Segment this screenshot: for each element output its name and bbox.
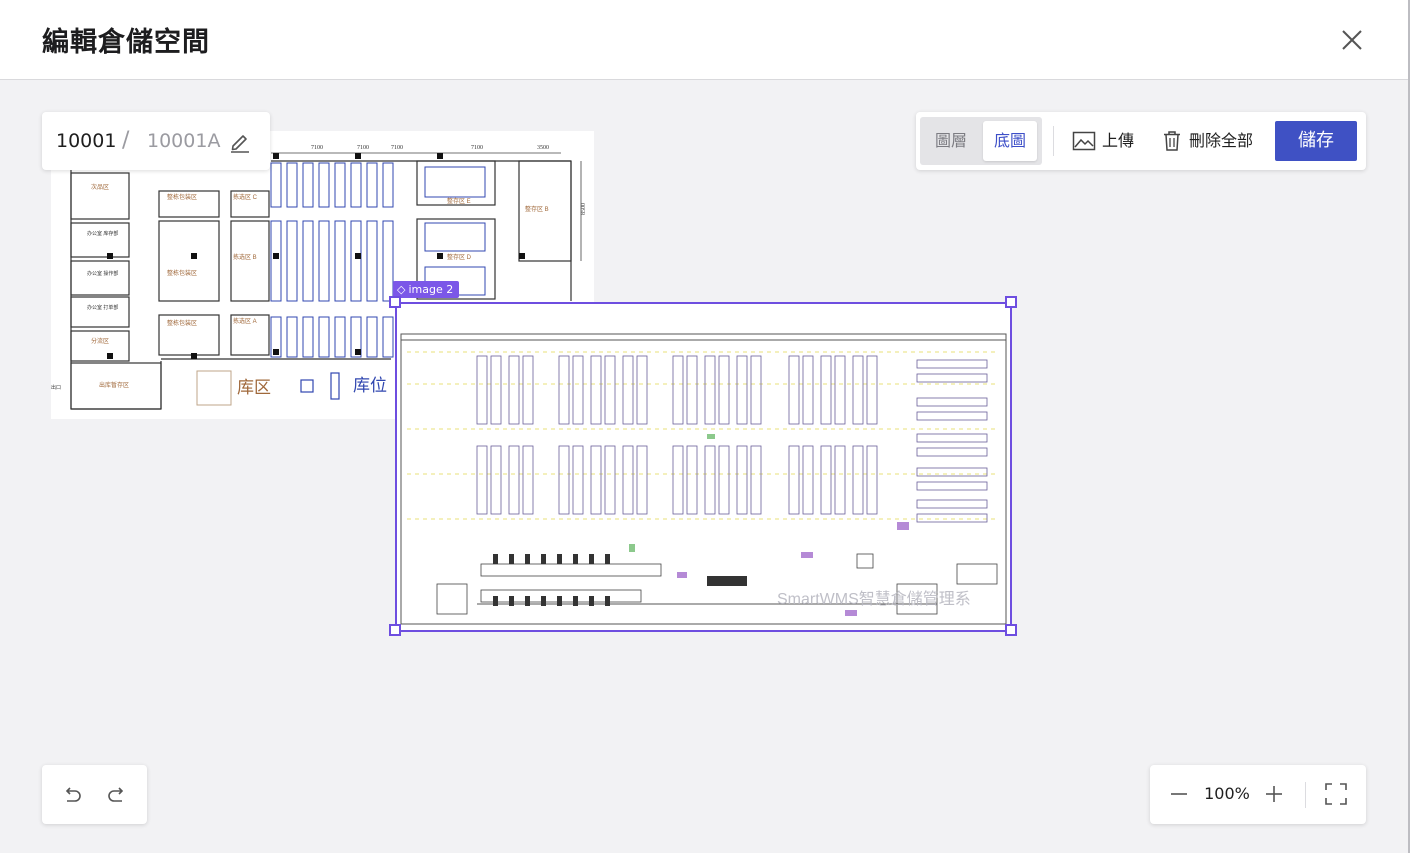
space-id: 10001A (147, 130, 221, 152)
image-icon (1072, 131, 1096, 151)
svg-text:次品区: 次品区 (91, 183, 109, 191)
svg-text:整栋包装区: 整栋包装区 (167, 319, 197, 327)
svg-text:7100: 7100 (391, 145, 403, 151)
zoom-in-button[interactable] (1262, 782, 1286, 806)
svg-text:拣选区 A: 拣选区 A (233, 317, 257, 325)
zoom-level: 100% (1204, 784, 1250, 803)
close-button[interactable] (1336, 24, 1368, 56)
close-icon (1342, 30, 1362, 50)
resize-handle-bottom-right[interactable] (1005, 624, 1017, 636)
zoom-controls: 100% (1150, 765, 1366, 824)
breadcrumb: 10001 / 10001A (42, 112, 270, 170)
redo-icon (108, 787, 124, 802)
trash-icon (1164, 131, 1180, 151)
svg-text:整栋包装区: 整栋包装区 (167, 193, 197, 201)
fullscreen-icon (1325, 783, 1347, 805)
image-tag: ◇ image 2 (393, 281, 460, 298)
svg-text:拣选区 C: 拣选区 C (233, 193, 258, 201)
floor-plan-cad-drawing: SmartWMS智慧倉儲管理系 (397, 304, 1010, 630)
watermark-text: SmartWMS智慧倉儲管理系 (777, 590, 971, 608)
svg-text:办公室 打单部: 办公室 打单部 (87, 304, 118, 311)
resize-handle-top-left[interactable] (389, 296, 401, 308)
view-mode-toggle: 圖層 底圖 (920, 117, 1042, 165)
save-button[interactable]: 儲存 (1275, 121, 1357, 161)
fullscreen-button[interactable] (1324, 782, 1348, 806)
svg-text:7100: 7100 (311, 145, 323, 151)
floor-plan-image-2[interactable]: SmartWMS智慧倉儲管理系 (395, 302, 1012, 632)
zoom-divider (1305, 782, 1306, 808)
svg-text:出库暂存区: 出库暂存区 (99, 381, 129, 389)
svg-text:出口: 出口 (51, 384, 61, 391)
svg-text:7100: 7100 (471, 145, 483, 151)
svg-text:整栋包装区: 整栋包装区 (167, 269, 197, 277)
tab-layers[interactable]: 圖層 (924, 121, 978, 161)
svg-text:8500: 8500 (581, 203, 587, 215)
svg-text:办公室 库存部: 办公室 库存部 (87, 230, 118, 237)
resize-handle-bottom-left[interactable] (389, 624, 401, 636)
plus-icon (1266, 786, 1282, 802)
svg-text:办公室 操作部: 办公室 操作部 (87, 270, 118, 277)
tab-base-map[interactable]: 底圖 (983, 121, 1037, 161)
delete-all-button[interactable]: 刪除全部 (1161, 126, 1257, 156)
edit-name-button[interactable] (228, 129, 252, 153)
dialog-title: 編輯倉儲空間 (42, 27, 210, 58)
minus-icon (1171, 793, 1187, 795)
history-controls (42, 765, 147, 824)
redo-button[interactable] (105, 783, 129, 807)
svg-text:整存区 E: 整存区 E (447, 197, 471, 205)
svg-text:整存区 D: 整存区 D (447, 253, 472, 261)
upload-button[interactable]: 上傳 (1072, 126, 1138, 156)
undo-button[interactable] (60, 783, 84, 807)
toolbar-divider (1053, 126, 1054, 156)
dialog-header: 編輯倉儲空間 (0, 0, 1408, 80)
upload-label: 上傳 (1102, 131, 1135, 150)
editor-toolbar: 圖層 底圖 上傳 刪除全部 儲存 (916, 112, 1366, 170)
delete-all-label: 刪除全部 (1189, 131, 1254, 150)
svg-text:3500: 3500 (537, 145, 549, 151)
zoom-out-button[interactable] (1167, 782, 1191, 806)
svg-text:7100: 7100 (357, 145, 369, 151)
legend-zone-label: 库区 (237, 378, 271, 397)
svg-text:拣选区 B: 拣选区 B (233, 253, 257, 261)
undo-icon (65, 787, 81, 802)
editor-canvas[interactable]: 7100 7100 7100 7100 3500 8500 次品区 整栋包装区 … (0, 81, 1408, 853)
resize-handle-top-right[interactable] (1005, 296, 1017, 308)
legend-location-label: 库位 (353, 376, 387, 395)
pencil-icon (231, 135, 249, 153)
svg-text:分流区: 分流区 (91, 337, 109, 345)
svg-text:整存区 B: 整存区 B (525, 205, 549, 213)
breadcrumb-separator: / (122, 128, 130, 153)
warehouse-id: 10001 (56, 130, 117, 152)
